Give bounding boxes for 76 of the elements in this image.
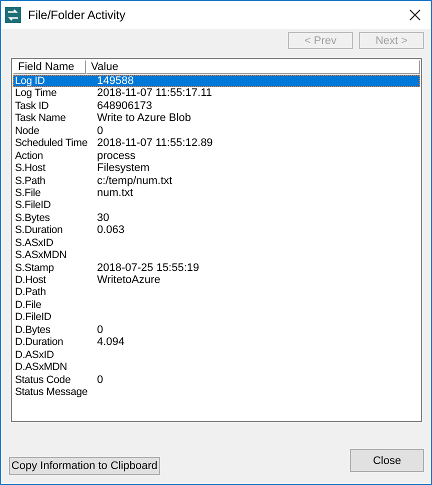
field-value: Filesystem (97, 162, 150, 174)
copy-button[interactable]: Copy Information to Clipboard (9, 457, 160, 475)
field-value: 4.094 (97, 336, 125, 349)
list-row[interactable]: Log ID 149588 (13, 75, 420, 88)
field-name: S.Host (14, 162, 46, 174)
column-header[interactable]: Field Name (13, 60, 86, 74)
list-row[interactable]: Status Message (13, 386, 420, 398)
list-row[interactable]: D.ASxID (13, 348, 420, 362)
list-row[interactable]: Task ID 648906173 (13, 100, 420, 112)
list-row[interactable]: S.Bytes 30 (13, 212, 420, 224)
list-row[interactable]: S.Host Filesystem (13, 162, 420, 174)
list-row[interactable]: D.Duration 4.094 (13, 336, 420, 349)
field-value: 2018-07-25 15:55:19 (97, 262, 200, 274)
list-row[interactable]: Status Code 0 (13, 374, 420, 386)
field-name: S.Path (14, 174, 46, 187)
list-row[interactable]: Action process (13, 150, 420, 162)
close-button[interactable]: Close (350, 449, 424, 472)
field-name: Task Name (14, 112, 67, 125)
window-title: File/Folder Activity (28, 8, 126, 22)
field-value: 149588 (97, 75, 134, 88)
field-name: S.ASxMDN (14, 249, 68, 262)
field-value: 648906173 (97, 100, 152, 112)
field-value: num.txt (97, 186, 134, 200)
list-row[interactable]: Scheduled Time 2018-11-07 11:55:12.89 (13, 137, 420, 150)
field-value: 0 (97, 124, 104, 138)
list-row[interactable]: D.Host WritetoAzure (13, 274, 420, 286)
field-value: 2018-11-07 11:55:17.11 (97, 87, 212, 100)
list-row[interactable]: Task Name Write to Azure Blob (13, 112, 420, 125)
field-name: D.Path (14, 286, 47, 299)
list-row[interactable]: D.Path (13, 286, 420, 299)
list-row[interactable]: D.Bytes 0 (13, 324, 420, 336)
field-name: S.Bytes (14, 212, 51, 224)
field-value: 30 (97, 212, 110, 224)
list-row[interactable]: S.ASxID (13, 236, 420, 250)
field-name: D.FileID (14, 311, 52, 324)
field-name: Status Code (14, 374, 72, 386)
list-row[interactable]: S.Duration 0.063 (13, 224, 420, 237)
list-row[interactable]: Log Time 2018-11-07 11:55:17.11 (13, 87, 420, 100)
list-row[interactable]: S.Stamp 2018-07-25 15:55:19 (13, 262, 420, 274)
field-value: process (97, 150, 136, 162)
field-name: Node (14, 124, 40, 138)
field-name: D.Duration (14, 336, 64, 349)
list-row[interactable]: D.ASxMDN (13, 361, 420, 374)
list-row[interactable]: S.ASxMDN (13, 249, 420, 262)
field-name: D.Bytes (14, 324, 52, 336)
field-name: Task ID (14, 100, 50, 112)
list-row[interactable]: Node 0 (13, 124, 420, 138)
field-name: Scheduled Time (14, 137, 88, 150)
field-name: D.ASxMDN (14, 361, 68, 374)
field-name: S.Duration (14, 224, 64, 237)
field-value: 2018-11-07 11:55:12.89 (97, 137, 213, 150)
field-name: S.File (14, 186, 42, 200)
field-name: Log Time (14, 87, 58, 100)
field-value: Write to Azure Blob (97, 112, 191, 125)
field-name: S.Stamp (14, 262, 55, 274)
field-name: Log ID (14, 75, 46, 88)
app-icon (5, 7, 21, 23)
field-value: 0.063 (97, 224, 125, 237)
field-name: Status Message (14, 386, 88, 398)
field-name: D.Host (14, 274, 47, 286)
list-row[interactable]: D.FileID (13, 311, 420, 324)
list-row[interactable]: S.FileID (13, 199, 420, 212)
field-value: 0 (97, 374, 104, 386)
column-header[interactable]: Value (86, 60, 420, 74)
list-row[interactable]: S.Path c:/temp/num.txt (13, 174, 420, 187)
list-row[interactable]: D.File (13, 298, 420, 312)
field-name: S.FileID (14, 199, 52, 212)
field-name: Action (14, 150, 44, 162)
field-name: D.File (14, 298, 42, 312)
field-value: c:/temp/num.txt (97, 174, 172, 187)
field-value: 0 (97, 324, 104, 336)
field-value: WritetoAzure (97, 274, 160, 286)
close-icon[interactable] (409, 9, 421, 21)
list-row[interactable]: S.File num.txt (13, 186, 420, 200)
field-name: D.ASxID (14, 348, 55, 362)
field-name: S.ASxID (14, 236, 54, 250)
